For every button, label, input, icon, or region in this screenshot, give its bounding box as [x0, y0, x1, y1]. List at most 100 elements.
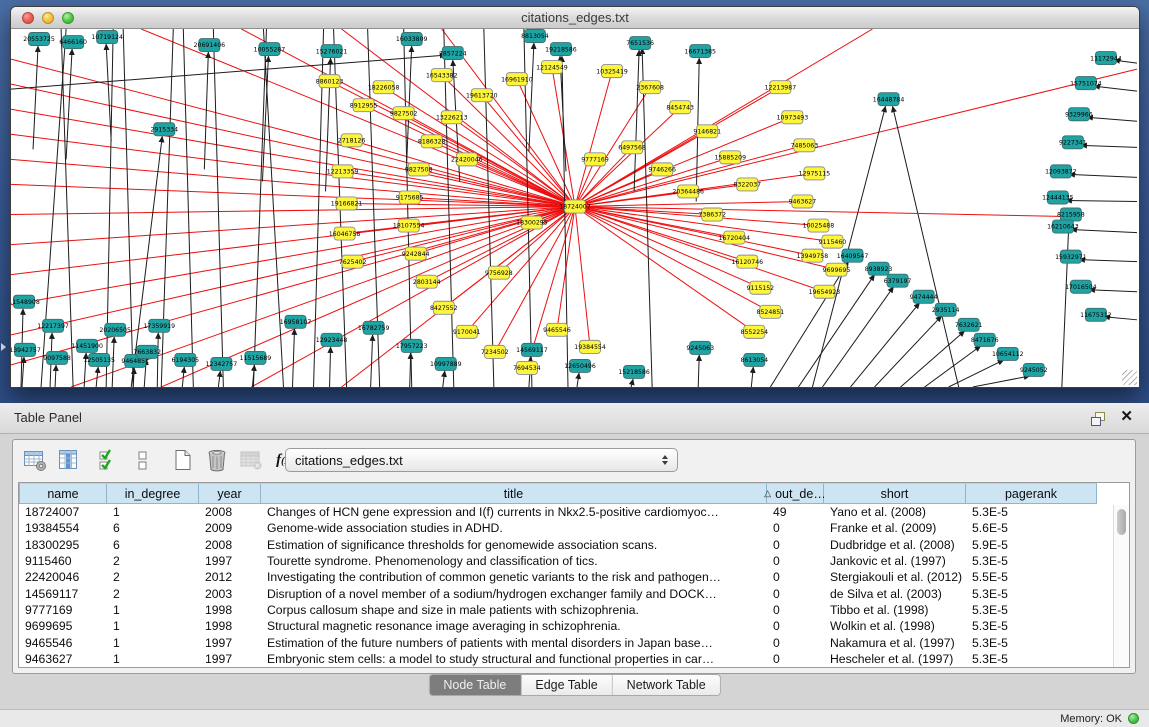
svg-text:9465546: 9465546 — [543, 327, 571, 334]
network-window: citations_edges.txt 20553725646616010719… — [10, 6, 1140, 388]
svg-text:8524851: 8524851 — [757, 309, 785, 316]
table-row[interactable]: 1938455462009Genome-wide association stu… — [19, 520, 1129, 536]
scrollbar-thumb[interactable] — [1117, 509, 1126, 535]
svg-text:8912955: 8912955 — [350, 102, 378, 109]
table-selector-dropdown[interactable]: citations_edges.txt — [285, 448, 678, 472]
svg-text:8215958: 8215958 — [1057, 212, 1085, 219]
cell: 9115460 — [19, 554, 107, 568]
network-window-titlebar[interactable]: citations_edges.txt — [11, 7, 1139, 29]
svg-text:2367608: 2367608 — [636, 84, 664, 91]
delete-selected-icon[interactable] — [203, 447, 230, 474]
cell: Embryonic stem cells: a model to study s… — [261, 652, 767, 666]
tab-network-table[interactable]: Network Table — [613, 675, 720, 695]
close-panel-icon[interactable]: ✕ — [1120, 408, 1133, 425]
svg-text:20206505: 20206505 — [99, 327, 131, 334]
status-bar: Memory: OK — [0, 709, 1149, 727]
table-row[interactable]: 2242004622012Investigating the contribut… — [19, 569, 1129, 585]
svg-text:9756928: 9756928 — [485, 270, 513, 277]
svg-text:2803144: 2803144 — [413, 279, 441, 286]
show-columns-icon[interactable] — [55, 447, 82, 474]
new-table-icon[interactable] — [169, 447, 196, 474]
cell: 9699695 — [19, 619, 107, 633]
table-row[interactable]: 1830029562008Estimation of significance … — [19, 537, 1129, 553]
tab-node-table[interactable]: Node Table — [429, 675, 521, 695]
close-traffic-light-icon[interactable] — [22, 12, 34, 24]
cell: Changes of HCN gene expression and I(f) … — [261, 505, 767, 519]
panel-collapse-arrow-icon[interactable] — [1, 343, 10, 351]
svg-text:7485063: 7485063 — [791, 143, 819, 150]
column-header[interactable]: year — [199, 483, 261, 504]
svg-text:12505135: 12505135 — [83, 357, 115, 364]
column-header[interactable]: short — [824, 483, 966, 504]
svg-text:11548908: 11548908 — [11, 299, 40, 306]
cell: Structural magnetic resonance image aver… — [261, 619, 767, 633]
network-window-title: citations_edges.txt — [11, 7, 1139, 28]
zoom-traffic-light-icon[interactable] — [62, 12, 74, 24]
svg-text:12650496: 12650496 — [564, 363, 596, 370]
table-row[interactable]: 946362711997Embryonic stem cells: a mode… — [19, 651, 1129, 667]
svg-text:9746266: 9746266 — [648, 167, 676, 174]
svg-text:9464851: 9464851 — [121, 358, 149, 365]
table-settings-icon[interactable] — [21, 447, 48, 474]
svg-text:16720404: 16720404 — [719, 235, 751, 242]
svg-text:6466160: 6466160 — [59, 39, 87, 46]
clear-row-selection-icon[interactable] — [129, 447, 156, 474]
network-graph-canvas[interactable]: 2055372564661601071912420691406100552871… — [11, 29, 1139, 387]
cell: 22420046 — [19, 570, 107, 584]
column-header[interactable]: title — [261, 483, 767, 504]
table-vertical-scrollbar[interactable] — [1113, 505, 1129, 667]
node-table: namein_degreeyeartitle△out_de…shortpager… — [18, 482, 1130, 668]
cell: 0 — [767, 619, 824, 633]
memory-status-indicator-icon[interactable] — [1128, 713, 1139, 724]
table-row[interactable]: 946554611997Estimation of the future num… — [19, 634, 1129, 650]
svg-text:2935114: 2935114 — [932, 307, 960, 314]
cell: 14569117 — [19, 587, 107, 601]
table-row[interactable]: 911546021997Tourette syndrome. Phenomeno… — [19, 553, 1129, 569]
select-all-rows-icon[interactable] — [95, 447, 122, 474]
svg-text:13226213: 13226213 — [436, 114, 468, 121]
cell: 18300295 — [19, 538, 107, 552]
column-header[interactable]: name — [19, 483, 107, 504]
tab-edge-table[interactable]: Edge Table — [521, 675, 612, 695]
table-panel-title: Table Panel — [14, 410, 82, 425]
svg-text:19613720: 19613720 — [466, 92, 498, 99]
cell: Tibbo et al. (1998) — [824, 603, 966, 617]
cell: Jankovic et al. (1997) — [824, 554, 966, 568]
svg-text:8186328: 8186328 — [418, 139, 446, 146]
table-row[interactable]: 1456911722003Disruption of a novel membe… — [19, 585, 1129, 601]
cell: 49 — [767, 505, 824, 519]
svg-text:19384554: 19384554 — [574, 344, 606, 351]
table-row[interactable]: 1872400712008Changes of HCN gene express… — [19, 504, 1129, 520]
window-resize-grip[interactable] — [1122, 370, 1137, 385]
cell: 1997 — [199, 636, 261, 650]
column-header[interactable]: △out_de… — [767, 483, 824, 504]
column-header[interactable]: pagerank — [966, 483, 1097, 504]
svg-text:7663832: 7663832 — [133, 349, 161, 356]
cell: Stergiakouli et al. (2012) — [824, 570, 966, 584]
svg-text:7694534: 7694534 — [513, 365, 541, 372]
table-row[interactable]: 977716911998Corpus callosum shape and si… — [19, 602, 1129, 618]
cell: Estimation of significance thresholds fo… — [261, 538, 767, 552]
svg-text:7625402: 7625402 — [339, 259, 367, 266]
svg-text:12124549: 12124549 — [536, 64, 568, 71]
svg-text:18300295: 18300295 — [516, 220, 548, 227]
table-selector-value: citations_edges.txt — [295, 453, 403, 468]
cell: 6 — [107, 521, 199, 535]
cell: 2003 — [199, 587, 261, 601]
column-header[interactable]: in_degree — [107, 483, 199, 504]
svg-text:9115460: 9115460 — [819, 239, 847, 246]
svg-text:11451900: 11451900 — [71, 343, 103, 350]
svg-text:10654112: 10654112 — [992, 351, 1024, 358]
svg-text:18226058: 18226058 — [368, 84, 400, 91]
citation-network-graph[interactable]: 2055372564661601071912420691406100552871… — [11, 29, 1139, 387]
cell: 18724007 — [19, 505, 107, 519]
svg-text:15276021: 15276021 — [316, 48, 348, 55]
cell: Tourette syndrome. Phenomenology and cla… — [261, 554, 767, 568]
minimize-traffic-light-icon[interactable] — [42, 12, 54, 24]
svg-text:10719124: 10719124 — [91, 34, 123, 41]
cell: Nakamura et al. (1997) — [824, 636, 966, 650]
cell: Hescheler et al. (1997) — [824, 652, 966, 666]
table-row[interactable]: 969969511998Structural magnetic resonanc… — [19, 618, 1129, 634]
float-panel-icon[interactable] — [1090, 411, 1107, 432]
svg-text:22420046: 22420046 — [451, 157, 483, 164]
